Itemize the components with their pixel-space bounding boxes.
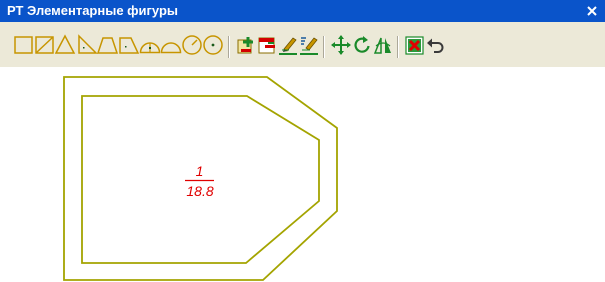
panel-title: РТ Элементарные фигуры [7, 3, 179, 18]
rotate-icon [354, 36, 370, 53]
figure-outline[interactable] [0, 67, 605, 282]
figure-area-label: 18.8 [186, 183, 214, 199]
trapezoid-tool-button[interactable] [97, 34, 119, 56]
semicircle-icon [160, 42, 182, 54]
trapezoid-icon [97, 37, 119, 54]
toolbar-separator [397, 36, 399, 58]
circle-radius-tool-button[interactable] [181, 34, 203, 56]
undo-tool-button[interactable] [425, 34, 447, 56]
semicircle-center-tool-button[interactable] [139, 34, 161, 56]
figure-number-label: 1 [195, 163, 204, 179]
move-arrows-icon [331, 35, 351, 55]
mirror-icon [373, 37, 391, 54]
edit-properties-tool-button[interactable] [298, 34, 320, 56]
trapezoid-right-tool-button[interactable] [118, 34, 140, 56]
title-bar[interactable]: РТ Элементарные фигуры [0, 0, 605, 22]
circle-radius-icon [182, 35, 202, 55]
rotate-tool-button[interactable] [351, 34, 373, 56]
figure-inner-contour [81, 95, 320, 264]
toolbar [0, 22, 605, 67]
close-icon [587, 6, 597, 16]
edit-properties-icon [300, 37, 318, 55]
elementary-shapes-panel: РТ Элементарные фигуры [0, 0, 605, 67]
rectangle-icon [14, 36, 33, 54]
edit-figure-tool-button[interactable] [256, 34, 278, 56]
add-figure-icon [237, 37, 253, 54]
drawing-canvas[interactable]: 1 18.8 [0, 67, 605, 282]
toolbar-separator [323, 36, 325, 58]
toolbar-separator [228, 36, 230, 58]
trapezoid-right-icon [119, 37, 140, 54]
rectangle-diagonal-icon [35, 36, 54, 54]
move-tool-button[interactable] [330, 34, 352, 56]
rectangle-tool-button[interactable] [13, 34, 35, 56]
circle-center-icon [203, 35, 223, 55]
close-button[interactable] [585, 1, 599, 20]
delete-tool-button[interactable] [404, 34, 426, 56]
semicircle-tool-button[interactable] [160, 34, 182, 56]
pencil-icon [279, 37, 297, 55]
circle-center-tool-button[interactable] [202, 34, 224, 56]
mirror-tool-button[interactable] [372, 34, 394, 56]
delete-icon [405, 36, 424, 55]
right-triangle-tool-button[interactable] [76, 34, 98, 56]
undo-icon [427, 38, 444, 53]
right-triangle-icon [78, 34, 98, 54]
edit-text-tool-button[interactable] [277, 34, 299, 56]
add-figure-tool-button[interactable] [235, 34, 257, 56]
edit-figure-icon [258, 37, 275, 54]
triangle-icon [55, 34, 76, 54]
triangle-tool-button[interactable] [55, 34, 77, 56]
rectangle-diagonal-tool-button[interactable] [34, 34, 56, 56]
semicircle-center-icon [139, 42, 161, 54]
